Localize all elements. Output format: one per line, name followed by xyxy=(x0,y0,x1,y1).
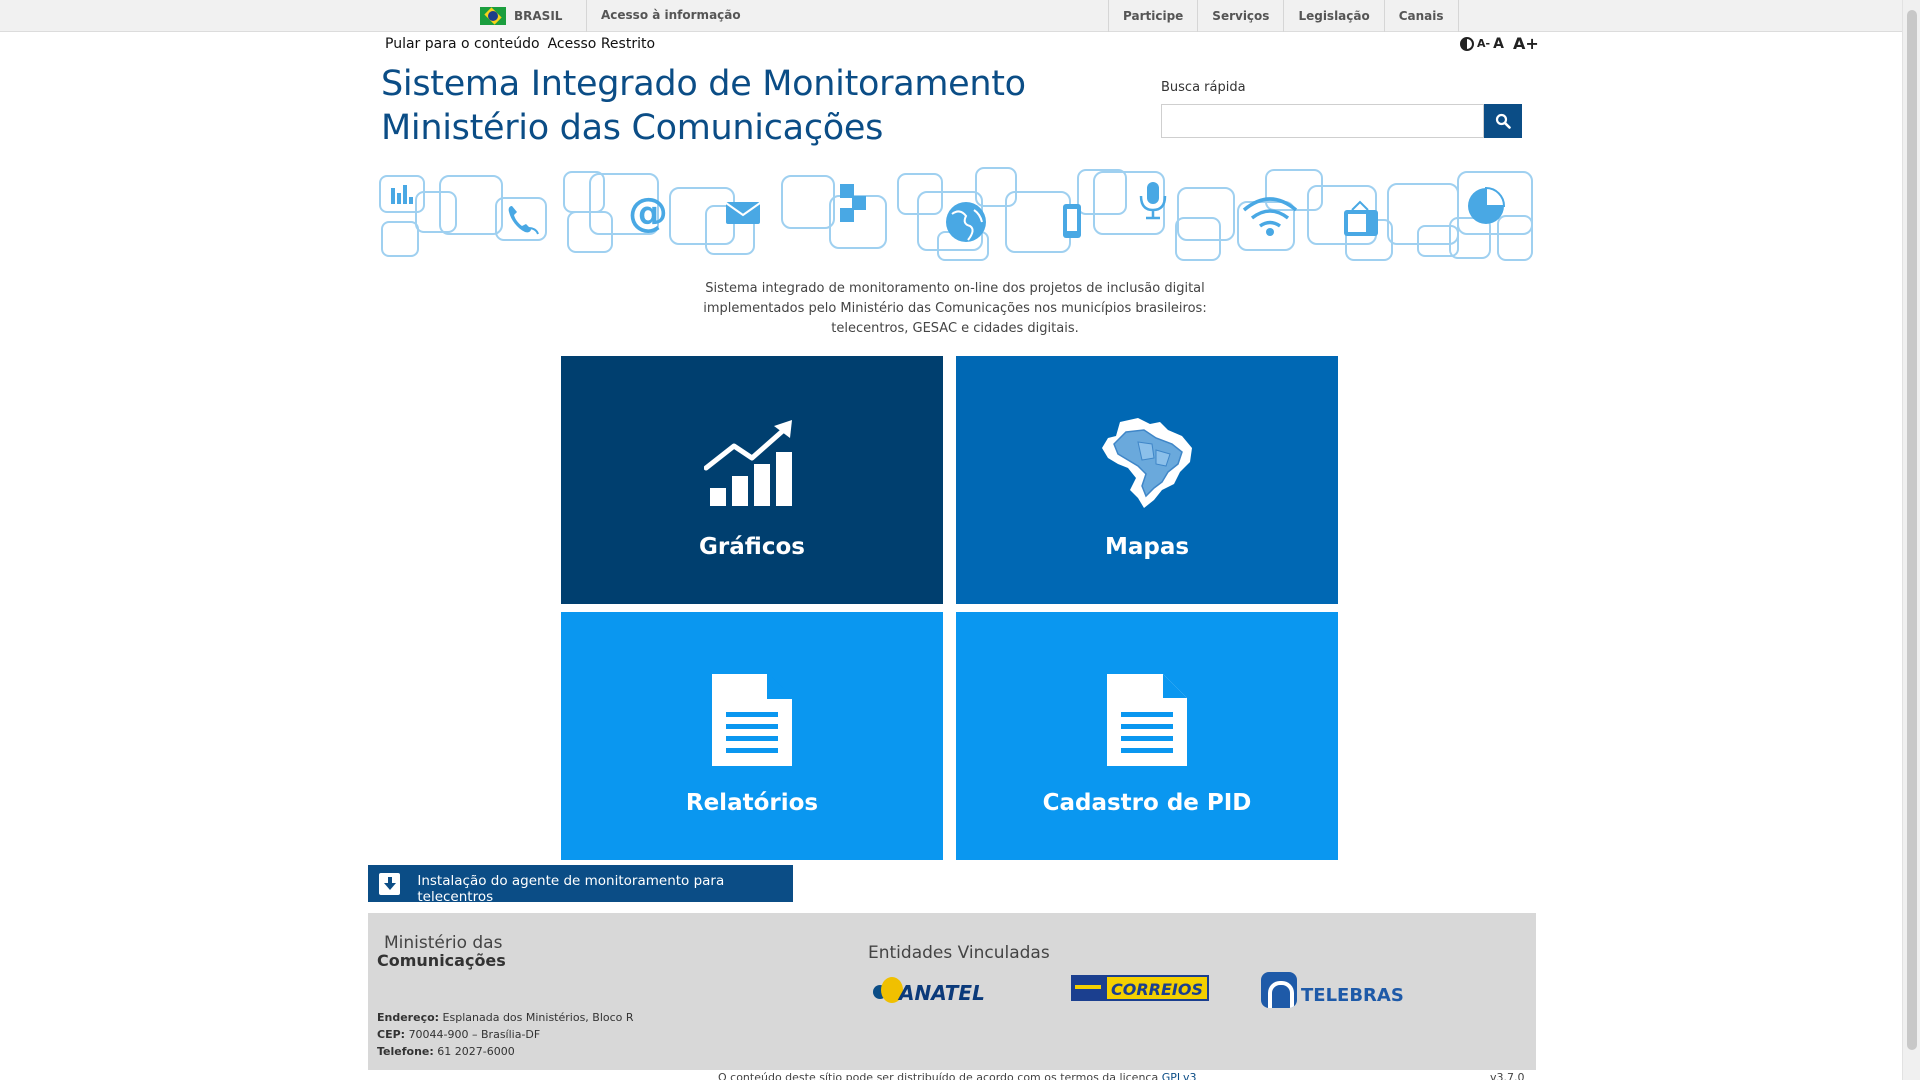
search-button[interactable] xyxy=(1484,104,1522,138)
intro-text: Sistema integrado de monitoramento on-li… xyxy=(660,279,1250,339)
site-title-line1: Sistema Integrado de Monitoramento xyxy=(381,64,1026,104)
gov-menu-servicos[interactable]: Serviços xyxy=(1197,0,1283,32)
intro-line-2: implementados pelo Ministério das Comuni… xyxy=(703,301,1207,316)
document-icon xyxy=(1107,674,1187,766)
cep-value: 70044-900 – Brasília-DF xyxy=(408,1028,541,1041)
telebras-logo[interactable]: TELEBRAS xyxy=(1261,972,1404,1008)
site-title[interactable]: Sistema Integrado de Monitoramento Minis… xyxy=(381,62,1026,150)
font-tools: A- A A+ xyxy=(1460,34,1539,53)
font-increase-button[interactable]: A+ xyxy=(1513,34,1539,53)
growth-chart-icon xyxy=(704,420,792,506)
version-label: v3.7.0 xyxy=(1490,1071,1525,1080)
accessibility-links: Pular para o conteúdo Acesso Restrito xyxy=(385,36,655,52)
ministry-logo-line1: Ministério das xyxy=(384,933,503,953)
correios-logo-text: CORREIOS xyxy=(1105,975,1209,1001)
search-input[interactable] xyxy=(1161,104,1484,138)
license-text: O conteúdo deste sítio pode ser distribu… xyxy=(718,1071,1159,1080)
header-banner: @ xyxy=(379,167,1533,261)
license-note: O conteúdo deste sítio pode ser distribu… xyxy=(718,1071,1197,1080)
search-icon xyxy=(1495,113,1511,129)
license-link[interactable]: GPLv3 xyxy=(1162,1071,1197,1080)
address-value: Esplanada dos Ministérios, Bloco R xyxy=(442,1011,634,1024)
skip-to-content-link[interactable]: Pular para o conteúdo xyxy=(385,36,540,52)
footer: Ministério das Comunicações Endereço: Es… xyxy=(368,913,1536,1070)
correios-mark-icon xyxy=(1071,975,1105,1001)
phone-label: Telefone: xyxy=(377,1045,434,1058)
site-title-line2: Ministério das Comunicações xyxy=(381,108,884,148)
download-icon xyxy=(379,872,401,895)
ministry-logo-line2: Comunicações xyxy=(377,951,506,970)
agent-install-label: Instalação do agente de monitoramento pa… xyxy=(417,872,725,905)
font-normal-button[interactable]: A xyxy=(1493,36,1504,52)
footer-address: Endereço: Esplanada dos Ministérios, Blo… xyxy=(377,1009,634,1060)
tile-relatorios[interactable]: Relatórios xyxy=(561,612,943,860)
contrast-icon[interactable] xyxy=(1460,36,1474,51)
access-info-link[interactable]: Acesso à informação xyxy=(601,8,741,22)
tile-cadastro-pid-label: Cadastro de PID xyxy=(1042,790,1252,816)
gov-top-bar: BRASIL Acesso à informação Participe Ser… xyxy=(0,0,1902,32)
svg-text:@: @ xyxy=(628,190,668,236)
address-label: Endereço: xyxy=(377,1011,440,1024)
gov-menu-legislacao[interactable]: Legislação xyxy=(1283,0,1383,32)
document-icon xyxy=(712,672,794,766)
anatel-logo[interactable]: ANATEL xyxy=(873,975,985,1005)
gov-menu: Participe Serviços Legislação Canais xyxy=(1108,0,1459,32)
correios-logo[interactable]: CORREIOS xyxy=(1071,975,1209,1001)
intro-line-1: Sistema integrado de monitoramento on-li… xyxy=(705,281,1205,296)
tile-cadastro-pid[interactable]: Cadastro de PID xyxy=(956,612,1338,860)
gov-menu-participe[interactable]: Participe xyxy=(1108,0,1197,32)
font-decrease-button[interactable]: A- xyxy=(1477,37,1490,50)
telebras-logo-text: TELEBRAS xyxy=(1301,984,1404,1006)
gov-brasil-label: BRASIL xyxy=(514,9,563,23)
scrollbar-thumb[interactable] xyxy=(1907,10,1917,1050)
gov-brasil-link[interactable]: BRASIL xyxy=(480,7,562,25)
agent-install-link[interactable]: Instalação do agente de monitoramento pa… xyxy=(368,865,793,905)
gov-divider xyxy=(586,0,587,32)
gov-menu-canais[interactable]: Canais xyxy=(1383,0,1459,32)
tile-mapas-label: Mapas xyxy=(1104,534,1190,560)
restricted-access-link[interactable]: Acesso Restrito xyxy=(548,36,655,52)
brazil-map-icon xyxy=(1102,418,1192,508)
intro-line-3: telecentros, GESAC e cidades digitais. xyxy=(831,321,1079,336)
page-scrollbar[interactable] xyxy=(1902,0,1920,1080)
tile-graficos[interactable]: Gráficos xyxy=(561,356,943,604)
telebras-mark-icon xyxy=(1261,972,1297,1008)
brazil-flag-icon xyxy=(480,7,506,25)
anatel-logo-text: ANATEL xyxy=(899,981,985,1005)
phone-value: 61 2027-6000 xyxy=(437,1045,515,1058)
search-label: Busca rápida xyxy=(1161,80,1246,95)
entities-title: Entidades Vinculadas xyxy=(868,943,1050,963)
cep-label: CEP: xyxy=(377,1028,406,1041)
tile-graficos-label: Gráficos xyxy=(699,534,805,560)
tile-relatorios-label: Relatórios xyxy=(685,790,819,816)
tile-mapas[interactable]: Mapas xyxy=(956,356,1338,604)
